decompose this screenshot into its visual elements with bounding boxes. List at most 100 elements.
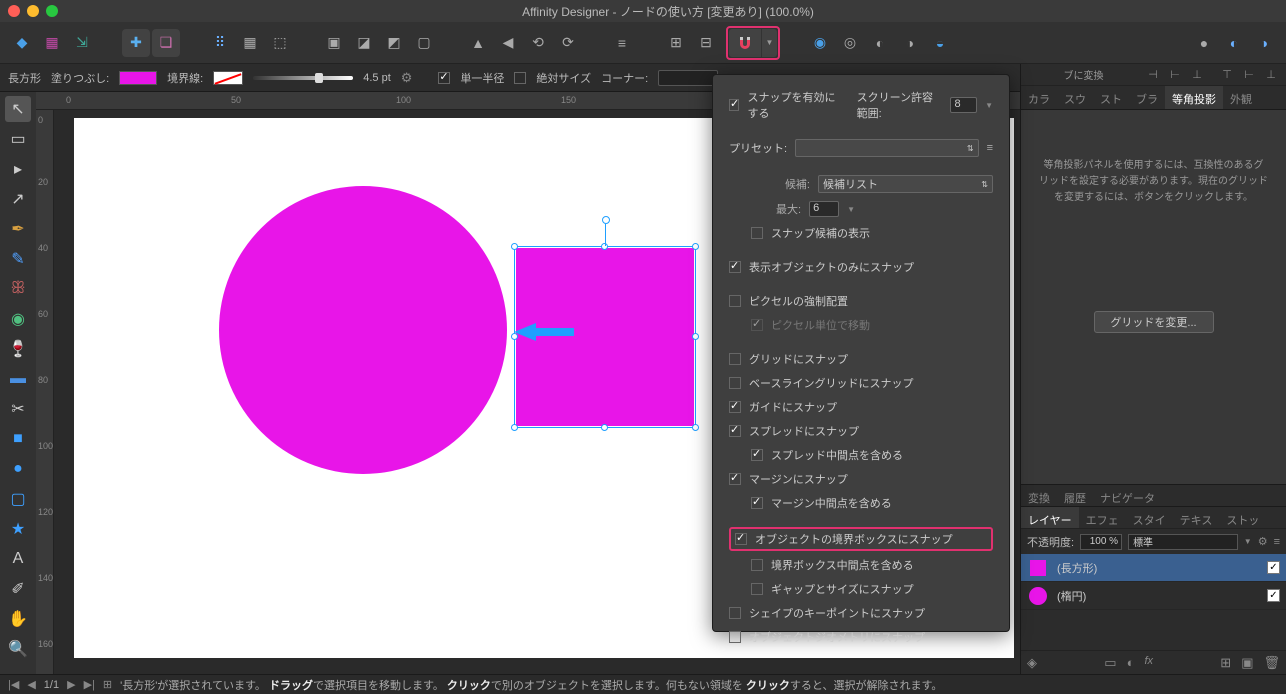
spread-mid-checkbox[interactable]: [751, 449, 763, 461]
screen-tolerance-field[interactable]: 8: [950, 97, 977, 113]
add-layer-icon[interactable]: ✚: [122, 29, 150, 57]
transparency-tool[interactable]: 🍷: [5, 336, 31, 362]
max-field[interactable]: 6: [809, 201, 839, 217]
align-left-icon[interactable]: ⊣: [1144, 67, 1162, 83]
snap-grid-icon[interactable]: ⊞: [662, 29, 690, 57]
selection-handle-ne[interactable]: [692, 243, 699, 250]
minimize-window-icon[interactable]: [27, 5, 39, 17]
change-grid-button[interactable]: グリッドを変更...: [1094, 311, 1214, 333]
boolean-subtract-icon[interactable]: ◎: [836, 29, 864, 57]
stroke-settings-icon[interactable]: ⚙: [401, 70, 413, 86]
text-tool[interactable]: A: [5, 546, 31, 572]
align-center-h-icon[interactable]: ⊢: [1166, 67, 1184, 83]
brush-tool[interactable]: ꕥ: [5, 276, 31, 302]
tab-history[interactable]: 履歴: [1057, 485, 1093, 506]
grid-lines-icon[interactable]: ▦: [236, 29, 264, 57]
layer-visibility-checkbox[interactable]: ✓: [1267, 561, 1280, 574]
layer-add-icon[interactable]: ⊞: [1220, 655, 1231, 671]
artboard-tool[interactable]: ▭: [5, 126, 31, 152]
align-right-icon[interactable]: ⊥: [1188, 67, 1206, 83]
rotate-cw-icon[interactable]: ⟳: [554, 29, 582, 57]
tab-layers[interactable]: レイヤー: [1021, 507, 1079, 528]
tab-appearance[interactable]: 外観: [1223, 86, 1259, 109]
view-mode-1-icon[interactable]: ●: [1190, 29, 1218, 57]
zoom-tool[interactable]: 🔍: [5, 636, 31, 662]
prev-icon[interactable]: ◀: [27, 678, 35, 691]
designer-persona-icon[interactable]: ◆: [8, 29, 36, 57]
gap-size-checkbox[interactable]: [751, 583, 763, 595]
layer-blend-icon[interactable]: ◈: [1027, 655, 1037, 671]
arrange-backward-icon[interactable]: ◩: [380, 29, 408, 57]
candidate-select[interactable]: 候補リスト⇅: [818, 175, 993, 193]
arrange-front-icon[interactable]: ▣: [320, 29, 348, 57]
force-pixel-checkbox[interactable]: [729, 295, 741, 307]
preset-menu-icon[interactable]: ≡: [987, 142, 993, 154]
align-icon[interactable]: ≡: [608, 29, 636, 57]
tab-styles[interactable]: スタイ: [1126, 507, 1173, 528]
view-mode-2-icon[interactable]: ◐: [1220, 29, 1248, 57]
vertical-ruler[interactable]: 0 20 40 60 80 100 120 140 160: [36, 110, 54, 674]
rounded-rect-tool[interactable]: ▢: [5, 486, 31, 512]
layer-menu-icon[interactable]: ≡: [1274, 536, 1280, 548]
show-candidates-checkbox[interactable]: [751, 227, 763, 239]
rectangle-tool[interactable]: ■: [5, 426, 31, 452]
tab-swatches[interactable]: スウ: [1057, 86, 1093, 109]
single-radius-checkbox[interactable]: [438, 72, 450, 84]
geometry-checkbox[interactable]: [729, 631, 741, 643]
close-window-icon[interactable]: [8, 5, 20, 17]
layer-settings-icon[interactable]: ⚙: [1258, 535, 1268, 548]
ellipse-tool[interactable]: ●: [5, 456, 31, 482]
tab-text[interactable]: テキス: [1173, 507, 1220, 528]
next-page-icon[interactable]: ▶|: [84, 678, 95, 691]
stroke-width-slider[interactable]: [253, 76, 353, 80]
tab-brushes[interactable]: ブラ: [1129, 86, 1165, 109]
opacity-field[interactable]: 100 %: [1080, 534, 1122, 550]
selection-handle-e[interactable]: [692, 333, 699, 340]
visible-only-checkbox[interactable]: [729, 261, 741, 273]
clip-icon[interactable]: ❏: [152, 29, 180, 57]
move-pixel-checkbox[interactable]: [751, 319, 763, 331]
fill-swatch[interactable]: [119, 71, 157, 85]
layer-visibility-checkbox[interactable]: ✓: [1267, 589, 1280, 602]
selection-handle-s[interactable]: [601, 424, 608, 431]
guides-snap-checkbox[interactable]: [729, 401, 741, 413]
selection-handle-se[interactable]: [692, 424, 699, 431]
rotation-handle[interactable]: [602, 216, 610, 224]
corner-tool[interactable]: ↗: [5, 186, 31, 212]
align-middle-icon[interactable]: ⊢: [1240, 67, 1258, 83]
layer-group-icon[interactable]: ▣: [1241, 655, 1253, 671]
flip-v-icon[interactable]: ◀: [494, 29, 522, 57]
absolute-size-checkbox[interactable]: [514, 72, 526, 84]
preset-select[interactable]: ⇅: [795, 139, 979, 157]
boolean-add-icon[interactable]: ◉: [806, 29, 834, 57]
grid-toggle-icon[interactable]: ⊞: [103, 678, 112, 691]
spread-snap-checkbox[interactable]: [729, 425, 741, 437]
bbox-snap-checkbox[interactable]: [735, 533, 747, 545]
eyedropper-tool[interactable]: ✐: [5, 576, 31, 602]
tab-transform[interactable]: 変換: [1021, 485, 1057, 506]
enable-snap-checkbox[interactable]: [729, 99, 739, 111]
tab-stroke[interactable]: スト: [1093, 86, 1129, 109]
boolean-xor-icon[interactable]: ◑: [896, 29, 924, 57]
grid-snap-checkbox[interactable]: [729, 353, 741, 365]
crop-tool[interactable]: ✂: [5, 396, 31, 422]
snap-baseline-icon[interactable]: ⊟: [692, 29, 720, 57]
export-persona-icon[interactable]: ⇲: [68, 29, 96, 57]
blend-mode-select[interactable]: 標準: [1128, 534, 1238, 550]
maximize-window-icon[interactable]: [46, 5, 58, 17]
tab-stock[interactable]: ストッ: [1219, 507, 1266, 528]
tab-color[interactable]: カラ: [1021, 86, 1057, 109]
pen-tool[interactable]: ✒: [5, 216, 31, 242]
keypoints-checkbox[interactable]: [729, 607, 741, 619]
stroke-swatch[interactable]: [213, 71, 243, 85]
ellipse-shape[interactable]: [219, 186, 507, 474]
move-tool[interactable]: ↖: [5, 96, 31, 122]
grid-iso-icon[interactable]: ⬚: [266, 29, 294, 57]
rotate-ccw-icon[interactable]: ⟲: [524, 29, 552, 57]
grid-dots-icon[interactable]: ⠿: [206, 29, 234, 57]
corner-type-select[interactable]: [658, 70, 718, 86]
flip-h-icon[interactable]: ▲: [464, 29, 492, 57]
align-top-icon[interactable]: ⊤: [1218, 67, 1236, 83]
boolean-divide-icon[interactable]: ◒: [926, 29, 954, 57]
star-tool[interactable]: ★: [5, 516, 31, 542]
